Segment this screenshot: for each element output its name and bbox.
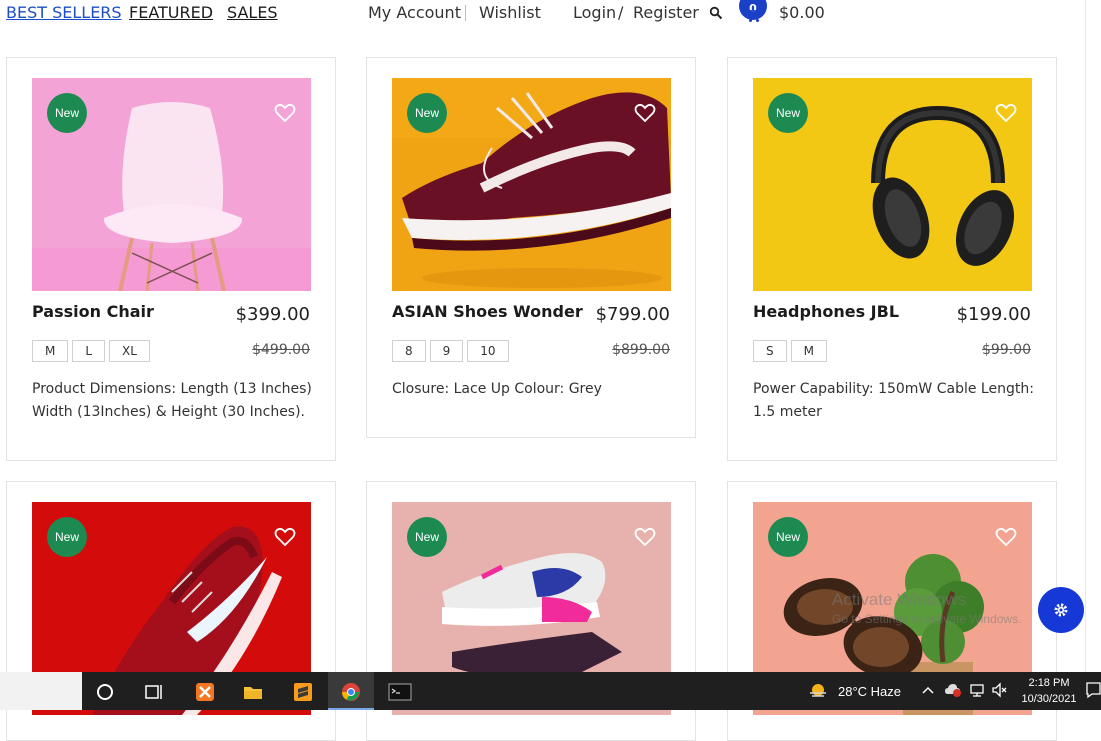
product-card[interactable]: New ASIAN Shoes Wonder $799.00 8 9 10 $8… xyxy=(366,57,696,438)
size-option[interactable]: L xyxy=(72,340,106,362)
notification-center-icon[interactable] xyxy=(1086,682,1101,699)
sublime-icon xyxy=(294,683,312,701)
task-view-button[interactable] xyxy=(130,672,176,710)
folder-icon xyxy=(244,687,262,699)
cart-total[interactable]: $0.00 xyxy=(779,3,825,22)
new-badge: New xyxy=(47,93,87,133)
page-scrollbar[interactable] xyxy=(1085,0,1101,672)
product-old-price: $499.00 xyxy=(252,342,310,358)
heart-icon[interactable] xyxy=(995,103,1017,123)
system-clock[interactable]: 2:18 PM 10/30/2021 xyxy=(1014,675,1084,707)
size-option[interactable]: 9 xyxy=(429,340,464,362)
taskbar-sublime-text[interactable] xyxy=(280,672,326,710)
watermark-title: Activate Windows xyxy=(832,590,967,609)
size-option[interactable]: 10 xyxy=(467,340,509,362)
register-link[interactable]: Register xyxy=(633,3,699,22)
product-name[interactable]: Passion Chair xyxy=(32,302,154,321)
size-options: 8 9 10 xyxy=(392,340,509,362)
cart-icon[interactable] xyxy=(742,6,764,24)
volume-muted-icon[interactable] xyxy=(991,682,1009,698)
product-image-shoe[interactable]: New xyxy=(392,78,671,291)
new-badge: New xyxy=(47,517,87,557)
activate-windows-watermark: Activate Windows Go to Settings to activ… xyxy=(832,590,1021,626)
product-description: Product Dimensions: Length (13 Inches) W… xyxy=(32,381,312,420)
new-badge: New xyxy=(768,93,808,133)
weather-text[interactable]: 28°C Haze xyxy=(838,684,901,699)
login-link[interactable]: Login xyxy=(573,3,616,22)
size-options: M L XL xyxy=(32,340,150,362)
size-options: S M xyxy=(753,340,827,362)
product-price: $399.00 xyxy=(235,304,310,325)
top-navigation: BEST SELLERS FEATURED SALES My Account W… xyxy=(0,0,1085,34)
taskbar-chrome[interactable] xyxy=(328,672,374,710)
product-description: Power Capability: 150mW Cable Length: 1.… xyxy=(753,381,1034,420)
heart-icon[interactable] xyxy=(274,527,296,547)
windows-taskbar: 28°C Haze 2:18 PM 10/30/2021 xyxy=(0,672,1101,710)
new-badge: New xyxy=(407,93,447,133)
my-account-link[interactable]: My Account xyxy=(368,3,461,22)
product-old-price: $99.00 xyxy=(982,342,1031,358)
wishlist-link[interactable]: Wishlist xyxy=(479,3,541,22)
nav-sales[interactable]: SALES xyxy=(227,3,278,22)
nav-best-sellers[interactable]: BEST SELLERS xyxy=(6,3,122,22)
search-icon[interactable] xyxy=(709,6,723,20)
nav-featured[interactable]: FEATURED xyxy=(129,3,213,22)
taskbar-terminal[interactable] xyxy=(376,672,422,710)
product-name[interactable]: ASIAN Shoes Wonder xyxy=(392,302,583,321)
size-option[interactable]: XL xyxy=(109,340,150,362)
taskbar-xampp[interactable] xyxy=(182,672,228,710)
product-name[interactable]: Headphones JBL xyxy=(753,302,899,321)
size-option[interactable]: M xyxy=(790,340,827,362)
cortana-button[interactable] xyxy=(82,672,128,710)
network-icon[interactable] xyxy=(968,682,986,698)
watermark-subtitle: Go to Settings to activate Windows. xyxy=(832,612,1022,626)
new-badge: New xyxy=(768,517,808,557)
terminal-icon xyxy=(388,683,412,701)
heart-icon[interactable] xyxy=(995,527,1017,547)
settings-fab-button[interactable] xyxy=(1038,587,1084,633)
weather-haze-icon[interactable] xyxy=(807,681,829,701)
chevron-up-icon[interactable] xyxy=(921,685,935,695)
product-old-price: $899.00 xyxy=(612,342,670,358)
chrome-icon xyxy=(342,683,360,701)
product-description: Closure: Lace Up Colour: Grey xyxy=(392,381,602,397)
clock-date: 10/30/2021 xyxy=(1021,693,1077,705)
cortana-circle-icon xyxy=(97,684,113,700)
product-image-chair[interactable]: New xyxy=(32,78,311,291)
size-option[interactable]: 8 xyxy=(392,340,426,362)
product-price: $799.00 xyxy=(595,304,670,325)
taskbar-search-area[interactable] xyxy=(0,672,82,710)
heart-icon[interactable] xyxy=(274,103,296,123)
size-option[interactable]: S xyxy=(753,340,787,362)
gear-icon xyxy=(1054,603,1068,617)
login-register-separator: / xyxy=(618,3,624,22)
product-card[interactable]: New Passion Chair $399.00 M L XL $499.00… xyxy=(6,57,336,461)
product-card[interactable]: New Headphones JBL $199.00 S M $99.00 Po… xyxy=(727,57,1057,461)
cloud-sync-icon[interactable] xyxy=(944,682,962,698)
nav-divider xyxy=(465,5,466,21)
taskbar-file-explorer[interactable] xyxy=(230,672,276,710)
clock-time: 2:18 PM xyxy=(1028,677,1070,689)
product-price: $199.00 xyxy=(956,304,1031,325)
task-view-icon xyxy=(145,685,162,699)
new-badge: New xyxy=(407,517,447,557)
xampp-icon xyxy=(196,683,214,701)
heart-icon[interactable] xyxy=(634,103,656,123)
product-image-headphones[interactable]: New xyxy=(753,78,1032,291)
heart-icon[interactable] xyxy=(634,527,656,547)
size-option[interactable]: M xyxy=(32,340,69,362)
